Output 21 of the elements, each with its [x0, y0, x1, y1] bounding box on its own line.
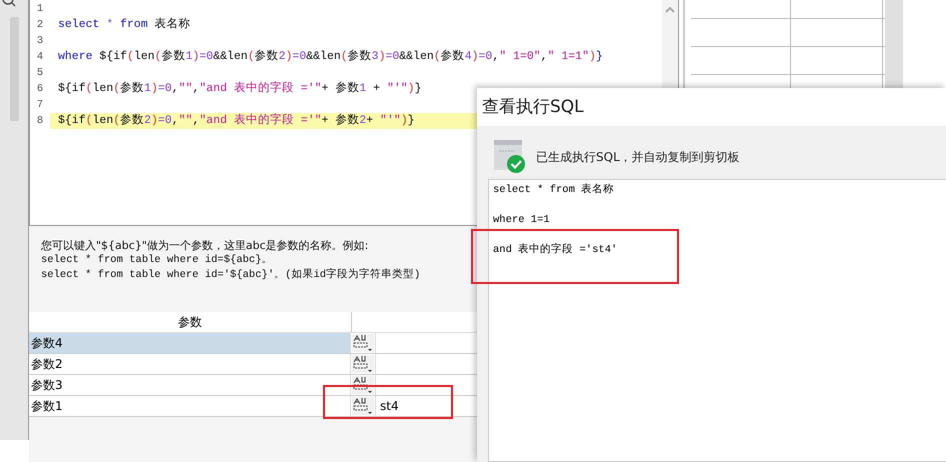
type-dropdown-icon[interactable]	[352, 397, 374, 415]
dialog-title: 查看执行SQL	[477, 88, 946, 126]
search-icon[interactable]	[2, 0, 16, 9]
code-line: ${if(len(参数1)=0,"","and 表中的字段 ='"+ 参数1 + "'")}	[58, 81, 422, 97]
type-dropdown-icon[interactable]	[352, 334, 374, 352]
type-dropdown-icon[interactable]	[352, 355, 374, 373]
help-text: 您可以键入"${abc}"做为一个参数，这里abc是参数的名称。例如:	[41, 238, 370, 253]
sql-line: select * from 表名称	[493, 184, 614, 196]
help-text: select * from table where id='${abc}'。(如果id字段为字符串类型)	[41, 268, 422, 283]
code-line: select * from 表名称	[58, 17, 191, 33]
line-number: 8	[30, 113, 50, 129]
parameter-name[interactable]: 参数1	[29, 396, 351, 416]
sql-line: where 1=1	[493, 214, 550, 226]
parameter-name[interactable]: 参数4	[29, 333, 351, 353]
help-text: select * from table where id=${abc}。	[41, 253, 274, 268]
sql-result-box[interactable]: select * from 表名称 where 1=1 and 表中的字段 ='st4'	[488, 179, 946, 462]
code-line: where ${if(len(参数1)=0&&len(参数2)=0&&len(参数3)=0&&len(参数4)=0," 1=0"," 1=1")}	[58, 49, 603, 65]
sql-line: and 表中的字段 ='st4'	[493, 244, 618, 256]
code-line: ${if(len(参数2)=0,"","and 表中的字段 ='"+ 参数2+ "'")}	[58, 113, 415, 129]
column-header: 参数	[29, 312, 352, 332]
document-check-icon	[494, 140, 526, 174]
